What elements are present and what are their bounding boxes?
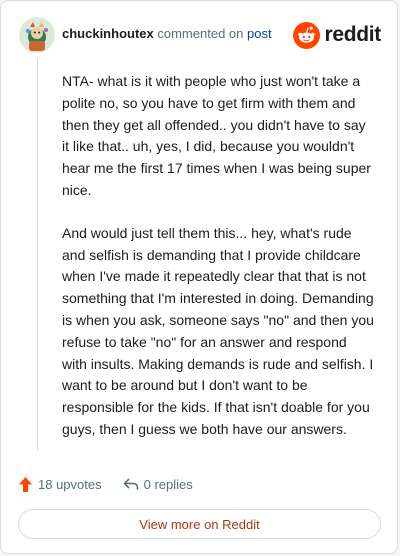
commented-on-text: commented on: [157, 26, 244, 41]
upvote-arrow-icon: [19, 476, 32, 492]
reddit-logo-icon: [293, 21, 321, 49]
comment-body: NTA- what is it with people who just won…: [62, 71, 374, 462]
username-link[interactable]: chuckinhoutex: [62, 26, 154, 41]
thread-line: [37, 59, 38, 451]
reply-arrow-icon: [123, 478, 138, 490]
comment-meta: chuckinhoutex commented on post: [62, 26, 272, 42]
reply-count: 0 replies: [143, 476, 193, 492]
view-more-button[interactable]: View more on Reddit: [18, 509, 381, 539]
comment-actions: 18 upvotes 0 replies: [18, 473, 214, 495]
upvote-count: 18 upvotes: [38, 476, 102, 492]
post-link[interactable]: post: [247, 26, 272, 41]
comment-embed-card: chuckinhoutex commented on post reddit N…: [0, 0, 398, 554]
comment-paragraph: NTA- what is it with people who just won…: [62, 73, 371, 198]
avatar-icon[interactable]: [19, 17, 55, 53]
reply-button[interactable]: 0 replies: [123, 477, 193, 492]
comment-paragraph: And would just tell them this... hey, wh…: [62, 224, 374, 437]
reddit-wordmark: reddit: [324, 23, 381, 46]
reddit-brand-link[interactable]: reddit: [293, 21, 381, 49]
comment-header: chuckinhoutex commented on post reddit: [19, 17, 381, 53]
upvote-button[interactable]: 18 upvotes: [18, 476, 102, 493]
